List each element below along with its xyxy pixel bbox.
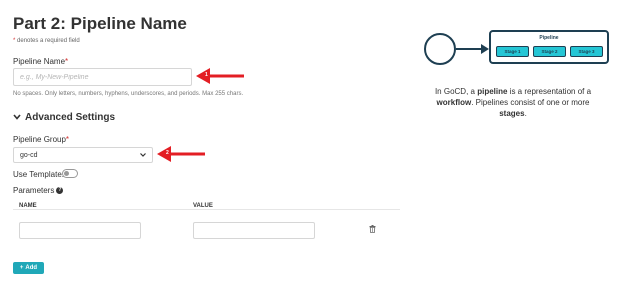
parameter-value-input[interactable] xyxy=(193,222,315,239)
pipeline-name-label-text: Pipeline Name xyxy=(13,57,66,66)
pipeline-name-hint: No spaces. Only letters, numbers, hyphen… xyxy=(13,91,244,97)
stage-box: Stage 1 xyxy=(496,46,529,57)
column-header-value: VALUE xyxy=(193,203,213,209)
material-circle-icon xyxy=(424,33,489,65)
use-template-label: Use Template: xyxy=(13,170,64,179)
stage-box: Stage 3 xyxy=(570,46,603,57)
required-note-text: denotes a required field xyxy=(17,38,80,44)
required-star: * xyxy=(65,57,69,66)
plus-icon: + xyxy=(19,265,24,271)
parameters-label-text: Parameters xyxy=(13,186,55,195)
column-header-name: NAME xyxy=(19,203,37,209)
trash-icon[interactable] xyxy=(369,225,376,233)
required-star: * xyxy=(65,135,70,144)
pipeline-group-label-text: Pipeline Group xyxy=(13,135,66,144)
pipeline-name-input[interactable] xyxy=(13,68,192,86)
chevron-down-icon xyxy=(13,113,21,122)
pipeline-name-label: Pipeline Name* xyxy=(13,57,68,66)
add-parameter-button[interactable]: + Add xyxy=(13,262,44,274)
required-note: * denotes a required field xyxy=(13,38,80,44)
required-star: * xyxy=(13,38,16,44)
pipeline-box-title: Pipeline xyxy=(539,35,559,41)
parameters-label: Parameters? xyxy=(13,186,64,195)
annotation-number-1: 1 xyxy=(205,72,208,78)
annotation-number-2: 2 xyxy=(166,150,169,156)
desc-text: is a representation of a xyxy=(507,87,592,96)
desc-term: workflow xyxy=(436,98,472,107)
advanced-settings-toggle[interactable]: Advanced Settings xyxy=(13,112,115,123)
desc-text: . xyxy=(524,109,527,118)
desc-term: stages xyxy=(499,109,525,118)
pipeline-box: Pipeline Stage 1 Stage 2 Stage 3 xyxy=(489,30,609,64)
desc-text: . Pipelines consist of one or more xyxy=(471,98,590,107)
pipeline-group-value: go-cd xyxy=(20,151,38,159)
pipeline-group-select[interactable]: go-cd xyxy=(13,147,153,163)
annotation-arrow-2: 2 xyxy=(155,145,207,163)
annotation-arrow-1: 1 xyxy=(194,67,246,85)
stage-box: Stage 2 xyxy=(533,46,566,57)
pipeline-diagram: Pipeline Stage 1 Stage 2 Stage 3 xyxy=(420,27,610,72)
use-template-toggle[interactable] xyxy=(62,169,78,178)
chevron-down-icon xyxy=(140,152,146,159)
pipeline-description: In GoCD, a pipeline is a representation … xyxy=(433,86,593,119)
page-title: Part 2: Pipeline Name xyxy=(13,14,187,33)
desc-term: pipeline xyxy=(477,87,508,96)
advanced-settings-label: Advanced Settings xyxy=(25,112,116,123)
add-button-label: Add xyxy=(25,265,38,271)
toggle-knob xyxy=(64,171,69,176)
help-icon[interactable]: ? xyxy=(56,187,64,195)
desc-text: In GoCD, a xyxy=(434,87,478,96)
pipeline-group-label: Pipeline Group* xyxy=(13,135,69,144)
parameter-name-input[interactable] xyxy=(19,222,141,239)
